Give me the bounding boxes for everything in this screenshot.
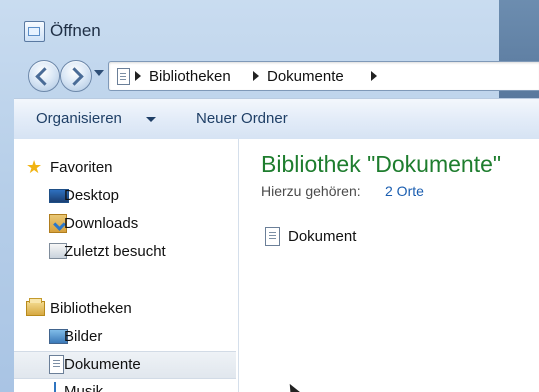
nav-recent-label: Zuletzt besucht [64, 243, 166, 260]
window-title: Öffnen [50, 21, 101, 40]
nav-favorites[interactable]: ★ Favoriten [14, 155, 236, 181]
breadcrumb-chevron-icon[interactable] [371, 71, 377, 81]
document-icon [265, 227, 280, 246]
libraries-folder-icon [26, 298, 45, 316]
command-bar: Organisieren Neuer Ordner [14, 98, 539, 140]
file-list-pane: Bibliothek "Dokumente" Hierzu gehören: 2… [239, 139, 539, 392]
nav-pictures-label: Bilder [64, 328, 103, 345]
library-title: Bibliothek "Dokumente" [261, 151, 502, 177]
nav-music[interactable]: Musik [14, 379, 236, 392]
mouse-pointer-icon [284, 381, 302, 392]
dialog-icon [24, 21, 45, 42]
nav-pictures[interactable]: Bilder [14, 324, 236, 350]
file-item-dokument[interactable]: Dokument [261, 225, 401, 247]
address-bar-area: Bibliotheken Dokumente [14, 52, 539, 96]
address-bar[interactable]: Bibliotheken Dokumente [108, 61, 539, 91]
new-folder-button[interactable]: Neuer Ordner [196, 110, 288, 127]
navigation-pane: ★ Favoriten Desktop Downloads Zuletzt be… [14, 139, 239, 392]
nav-desktop[interactable]: Desktop [14, 183, 236, 209]
organize-button[interactable]: Organisieren [36, 110, 122, 127]
back-button[interactable] [28, 60, 60, 92]
nav-libraries[interactable]: Bibliotheken [14, 296, 236, 322]
file-name: Dokument [288, 228, 357, 245]
includes-label: Hierzu gehören: [261, 183, 361, 199]
nav-downloads[interactable]: Downloads [14, 211, 236, 237]
nav-libraries-label: Bibliotheken [50, 300, 132, 317]
title-bar: Öffnen [14, 10, 484, 46]
documents-library-icon [49, 355, 64, 374]
open-dialog-window: Öffnen Bibliotheken Dokumente Organisier… [0, 0, 539, 392]
breadcrumb-chevron-icon[interactable] [135, 71, 141, 81]
nav-favorites-label: Favoriten [50, 159, 113, 176]
breadcrumb-libraries[interactable]: Bibliotheken [149, 68, 231, 85]
history-dropdown-icon[interactable] [94, 70, 104, 76]
nav-documents[interactable]: Dokumente [14, 351, 236, 379]
forward-arrow-icon [65, 67, 84, 86]
nav-desktop-label: Desktop [64, 187, 120, 204]
nav-music-label: Musik [64, 383, 104, 392]
breadcrumb-chevron-icon[interactable] [253, 71, 259, 81]
organize-dropdown-icon[interactable] [146, 117, 156, 122]
nav-downloads-label: Downloads [64, 215, 139, 232]
music-note-icon [50, 382, 60, 392]
favorites-star-icon: ★ [26, 157, 43, 177]
breadcrumb-documents[interactable]: Dokumente [267, 68, 344, 85]
nav-documents-label: Dokumente [64, 356, 141, 373]
documents-library-icon [117, 68, 130, 85]
forward-button[interactable] [60, 60, 92, 92]
nav-recent-places[interactable]: Zuletzt besucht [14, 239, 236, 265]
includes-locations-link[interactable]: 2 Orte [385, 183, 424, 199]
back-arrow-icon [35, 67, 54, 86]
